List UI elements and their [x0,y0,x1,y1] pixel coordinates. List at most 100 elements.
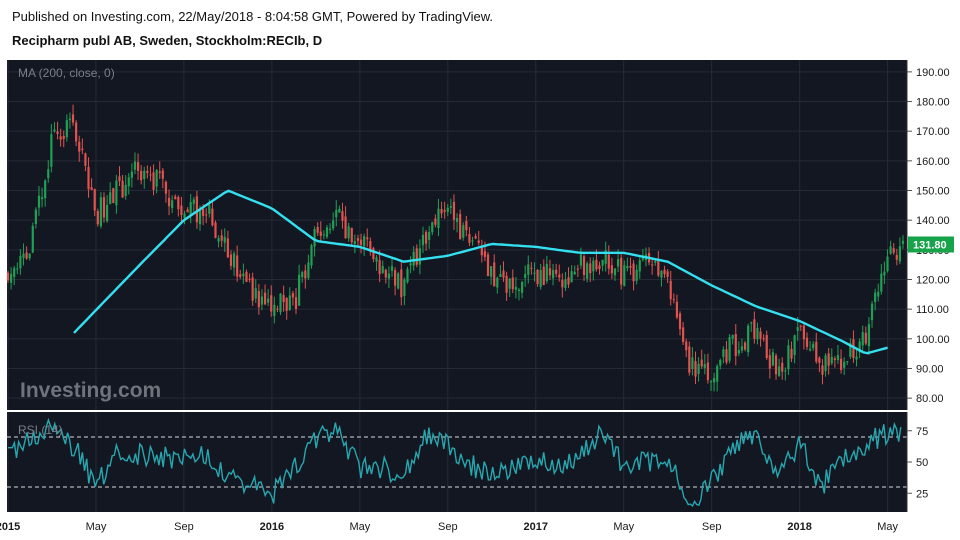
candle-body [217,238,220,242]
candle-body [214,222,217,238]
candle-body [195,196,199,223]
candle-body [821,365,824,375]
candle-body [149,174,152,176]
candle-body [586,263,589,279]
candle-body [44,180,47,199]
candle-body [347,226,350,239]
candle-body [632,263,635,282]
candle-body [431,222,434,233]
rsi-indicator-label: RSI (14) [18,423,63,437]
candle-body [180,205,183,215]
candle-body [802,325,805,340]
candle-body [824,355,827,372]
candle-body [112,188,115,203]
candle-body [186,209,189,213]
candle-body [87,166,90,190]
candle-body [106,204,109,222]
candle-body [524,274,527,278]
price-chart[interactable]: Investing.com 190.00 180.00 170.00 160.00 15… [0,0,960,540]
candle-body [709,381,713,383]
candle-body [555,269,558,274]
candle-body [567,277,570,285]
time-tick-label: Sep [702,521,722,533]
candle-body [121,180,124,198]
candle-body [93,189,96,211]
time-tick-label: 2017 [524,521,548,533]
candle-body [158,171,161,173]
candle-body [455,218,459,223]
candle-body [22,253,25,258]
candle-body [226,238,229,258]
candle-body [13,268,16,277]
candle-body [449,206,452,208]
candle-body [143,170,146,180]
candle-body [657,259,660,276]
candle-body [793,335,796,356]
candle-body [294,297,298,310]
candle-body [208,204,211,214]
candle-body [533,272,536,274]
candle-body [706,362,709,381]
candle-body [75,122,78,142]
candle-body [177,197,180,210]
candle-body [102,197,106,218]
candle-body [626,265,629,269]
candle-body [146,170,149,173]
candle-body [558,274,561,278]
candle-body [771,352,775,366]
candle-body [728,337,731,361]
candle-body [694,361,697,377]
candle-body [394,270,397,286]
candle-body [474,236,477,239]
candle-body [421,234,425,246]
candle-body [270,295,273,312]
candle-body [56,131,59,134]
candle-body [505,275,508,293]
candle-body [663,269,666,275]
candle-body [722,349,725,357]
candle-body [493,262,496,287]
candle-body [750,322,753,324]
candle-body [415,248,418,265]
candle-body [6,272,10,281]
candle-body [843,361,846,368]
candle-body [548,268,552,276]
candle-body [174,196,177,200]
candle-body [753,319,756,339]
candle-body [325,227,329,237]
candle-body [486,254,490,277]
candle-body [790,348,793,359]
candle-body [47,169,50,179]
candle-body [610,265,613,274]
candle-body [616,259,620,267]
time-tick-label: Sep [438,521,458,533]
candle-body [743,342,747,350]
candle-body [740,346,744,351]
candle-body [508,278,511,289]
candle-body [564,279,567,289]
candle-body [140,170,143,181]
candle-body [483,251,487,257]
candle-body [155,170,158,187]
candle-body [319,231,322,236]
candle-body [561,279,564,288]
candle-body [37,195,41,208]
candle-body [400,269,403,298]
last-price-badge: 131.80 [908,236,954,253]
candle-body [654,260,657,263]
candle-body [855,356,858,360]
candle-body [756,327,759,340]
candle-body [459,214,462,240]
candle-body [378,260,381,275]
candle-body [359,239,363,245]
candle-body [53,129,56,132]
investing-watermark: Investing.com [20,379,161,402]
candle-body [242,273,245,277]
candle-body [830,356,833,364]
candle-body [28,253,31,259]
price-tick-label: 150.00 [916,186,950,198]
candle-body [805,337,809,347]
candle-body [322,234,325,236]
candle-body [747,325,750,353]
candle-body [136,162,140,171]
